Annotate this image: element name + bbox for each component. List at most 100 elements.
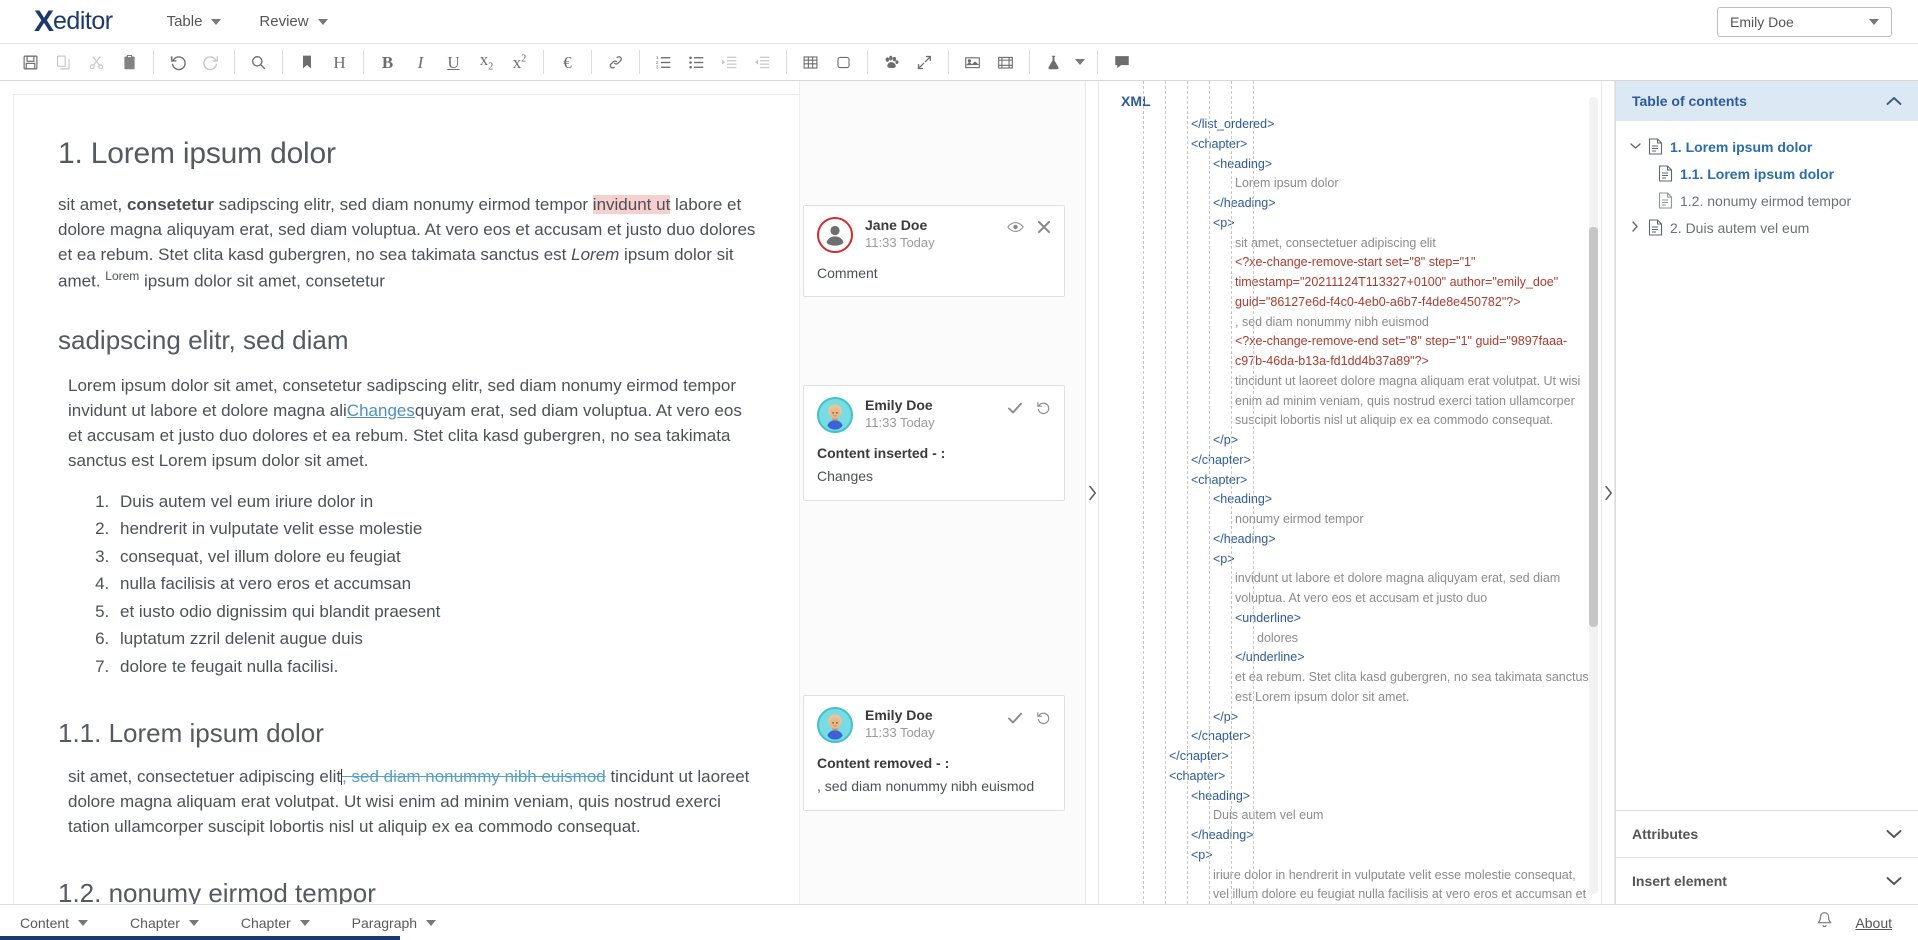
- xml-panel-splitter[interactable]: [1601, 81, 1615, 904]
- bookmark-button[interactable]: [290, 48, 323, 77]
- attributes-section-header[interactable]: Attributes: [1616, 810, 1918, 857]
- check-icon[interactable]: [1007, 401, 1023, 415]
- xml-line: </chapter>: [1169, 749, 1229, 763]
- insert-box-button[interactable]: [827, 48, 860, 77]
- breadcrumb-paragraph[interactable]: Paragraph: [352, 915, 437, 931]
- xml-scrollbar-track[interactable]: [1589, 97, 1598, 894]
- cut-button[interactable]: [80, 48, 113, 77]
- heading-button[interactable]: H: [323, 48, 356, 77]
- toc-item-1-2[interactable]: 1.2. nonumy eirmod tempor: [1616, 187, 1918, 214]
- change-label: Content inserted - :: [817, 445, 946, 461]
- chevron-down-icon[interactable]: [1626, 141, 1644, 153]
- toolbar-group-history: [161, 48, 227, 77]
- chevron-down-icon: [426, 919, 437, 926]
- insert-image-button[interactable]: [956, 48, 989, 77]
- logo-wordmark: editor: [53, 7, 113, 35]
- paw-icon-button[interactable]: [875, 48, 908, 77]
- p1-tail2: ipsum dolor sit amet, consetetur: [139, 271, 385, 291]
- experimental-dropdown-button[interactable]: [1070, 48, 1090, 77]
- flask-icon-button[interactable]: [1037, 48, 1070, 77]
- add-comment-button[interactable]: [1105, 48, 1138, 77]
- undo-button[interactable]: [161, 48, 194, 77]
- toc-item-1[interactable]: 1. Lorem ipsum dolor: [1616, 133, 1918, 160]
- document-icon: [1644, 138, 1666, 155]
- superscript-button[interactable]: x2: [503, 48, 536, 77]
- comment-actions: [1007, 397, 1051, 415]
- breadcrumb-content[interactable]: Content: [20, 915, 89, 931]
- toolbar-group-insert-block: [794, 48, 860, 77]
- user-select[interactable]: Emily Doe: [1717, 6, 1892, 37]
- undo-icon[interactable]: [1036, 710, 1051, 725]
- undo-icon[interactable]: [1036, 400, 1051, 415]
- italic-button[interactable]: I: [404, 48, 437, 77]
- special-character-button[interactable]: €: [551, 48, 584, 77]
- comment-body: Content removed - : , sed diam nonummy n…: [817, 753, 1051, 797]
- xml-line: </heading>: [1213, 531, 1276, 546]
- comment-header: Jane Doe 11:33 Today: [817, 217, 1051, 253]
- bell-icon[interactable]: [1816, 911, 1833, 934]
- paste-button[interactable]: [113, 48, 146, 77]
- xml-line: </p>: [1213, 709, 1239, 724]
- close-icon[interactable]: [1037, 220, 1051, 234]
- menu-review[interactable]: Review: [245, 7, 341, 36]
- search-button[interactable]: [242, 48, 275, 77]
- breadcrumb-label: Chapter: [240, 914, 291, 931]
- p2-inserted-link[interactable]: Changes: [347, 401, 415, 420]
- comment-card[interactable]: Emily Doe 11:33 Today: [803, 385, 1065, 501]
- toc-title: Table of contents: [1632, 93, 1747, 109]
- link-button[interactable]: [599, 48, 632, 77]
- unordered-list-button[interactable]: [680, 48, 713, 77]
- toc-item-1-1[interactable]: 1.1. Lorem ipsum dolor: [1616, 160, 1918, 187]
- chevron-right-icon[interactable]: [1626, 220, 1644, 235]
- save-button[interactable]: [14, 48, 47, 77]
- heading-button-label: H: [333, 52, 346, 72]
- bold-button[interactable]: B: [371, 48, 404, 77]
- document-page[interactable]: 1. Lorem ipsum dolor sit amet, consetetu…: [14, 95, 799, 904]
- attributes-title: Attributes: [1632, 826, 1699, 842]
- indent-increase-button[interactable]: [713, 48, 746, 77]
- toc-item-2[interactable]: 2. Duis autem vel eum: [1616, 214, 1918, 241]
- breadcrumb-chapter-1[interactable]: Chapter: [130, 915, 199, 931]
- xml-scrollbar-thumb[interactable]: [1589, 227, 1598, 627]
- xml-line: </heading>: [1213, 196, 1276, 210]
- insert-element-section-header[interactable]: Insert element: [1616, 857, 1918, 904]
- app-logo: Xeditor: [34, 6, 113, 37]
- toc-section-header[interactable]: Table of contents: [1616, 81, 1918, 121]
- underline-button[interactable]: U: [437, 48, 470, 77]
- p3-deleted[interactable]: , sed diam nonummy nibh euismod: [342, 767, 606, 786]
- chevron-down-icon: [299, 919, 310, 926]
- comment-card[interactable]: Emily Doe 11:33 Today: [803, 695, 1065, 811]
- eye-icon[interactable]: [1007, 220, 1024, 234]
- comment-card[interactable]: Jane Doe 11:33 Today Comment: [803, 205, 1065, 298]
- menu-table[interactable]: Table: [153, 7, 236, 36]
- document-scroll-area[interactable]: 1. Lorem ipsum dolor sit amet, consetetu…: [0, 81, 800, 904]
- editor-xml-splitter[interactable]: [1085, 81, 1099, 904]
- xml-line: nonumy eirmod tempor: [1235, 512, 1364, 526]
- top-menu-bar: Xeditor Table Review Emily Doe: [0, 0, 1918, 44]
- xml-line: <heading>: [1213, 156, 1273, 171]
- right-panel-spacer: [1616, 472, 1918, 811]
- copy-button[interactable]: [47, 48, 80, 77]
- about-link[interactable]: About: [1855, 915, 1892, 931]
- insert-table-button[interactable]: [794, 48, 827, 77]
- xml-source-code[interactable]: </list_ordered> <chapter> <heading> Lorem i…: [1099, 115, 1601, 904]
- breadcrumb-chapter-2[interactable]: Chapter: [241, 915, 310, 931]
- insert-video-button[interactable]: [989, 48, 1022, 77]
- italic-button-label: I: [417, 52, 424, 72]
- indent-decrease-button[interactable]: [746, 48, 779, 77]
- comment-header: Emily Doe 11:33 Today: [817, 397, 1051, 433]
- xml-line: dolores: [1257, 630, 1298, 645]
- xml-line: <heading>: [1213, 492, 1273, 507]
- redo-button[interactable]: [194, 48, 227, 77]
- toc-item-label: 1.1. Lorem ipsum dolor: [1680, 165, 1835, 182]
- subscript-button[interactable]: x2: [470, 48, 503, 77]
- euro-icon: €: [563, 52, 572, 72]
- fullscreen-button[interactable]: [908, 48, 941, 77]
- xml-line: <p>: [1191, 847, 1213, 862]
- subscript-button-label: x2: [479, 50, 494, 73]
- check-icon[interactable]: [1007, 711, 1023, 725]
- doc-heading-1-2: 1.2. nonumy eirmod tempor: [58, 878, 376, 904]
- ordered-list-button[interactable]: 123: [647, 48, 680, 77]
- emily-avatar-icon: [819, 399, 851, 431]
- xml-pane-title: XML: [1121, 93, 1151, 109]
